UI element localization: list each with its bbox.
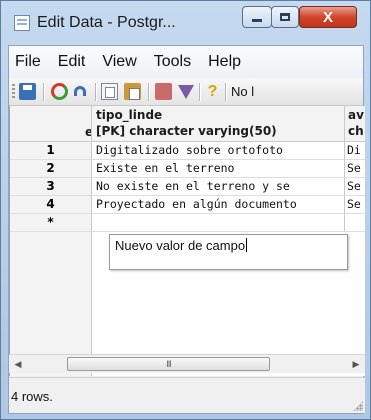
row-number[interactable]: 4 bbox=[10, 196, 92, 214]
title-bar[interactable]: Edit Data - Postgr... X bbox=[1, 1, 370, 45]
client-area: File Edit View Tools Help ? No l eri bbox=[8, 45, 365, 414]
table-row: 1 Digitalizado sobre ortofoto Di bbox=[10, 142, 365, 160]
table-cell[interactable] bbox=[92, 214, 345, 232]
table-cell[interactable] bbox=[345, 214, 365, 232]
column-header-tipo-linde[interactable]: tipo_linde [PK] character varying(50) bbox=[92, 106, 345, 142]
app-icon[interactable] bbox=[14, 15, 30, 31]
toolbar: ? No l bbox=[9, 78, 363, 106]
status-text: 4 rows. bbox=[11, 389, 53, 404]
help-icon[interactable]: ? bbox=[204, 83, 221, 100]
copy-icon[interactable] bbox=[101, 83, 118, 100]
cell-editor-value: Nuevo valor de campo bbox=[115, 238, 246, 253]
row-number[interactable]: 3 bbox=[10, 178, 92, 196]
delete-icon[interactable] bbox=[155, 83, 172, 100]
text-caret bbox=[246, 238, 248, 252]
toolbar-separator bbox=[199, 83, 201, 101]
menu-edit[interactable]: Edit bbox=[58, 53, 86, 71]
menu-tools[interactable]: Tools bbox=[154, 53, 191, 71]
table-cell[interactable]: Se bbox=[345, 196, 365, 214]
menu-help[interactable]: Help bbox=[208, 53, 241, 71]
rownum-header: eri bbox=[10, 106, 92, 142]
menu-file[interactable]: File bbox=[15, 53, 41, 71]
paste-icon[interactable] bbox=[124, 83, 141, 100]
column-name: tipo_linde bbox=[96, 108, 163, 122]
maximize-icon bbox=[280, 13, 290, 21]
table-cell[interactable]: Se bbox=[345, 178, 365, 196]
toolbar-separator bbox=[43, 83, 45, 101]
horizontal-scrollbar[interactable]: ◀ III ▶ bbox=[9, 354, 365, 373]
filter-icon[interactable] bbox=[178, 85, 194, 99]
rownum-header-label: eri bbox=[85, 125, 91, 139]
column-type: ch bbox=[348, 124, 364, 138]
table-row: 2 Existe en el terreno Se bbox=[10, 160, 365, 178]
minimize-button[interactable] bbox=[242, 6, 272, 28]
edit-data-window: Edit Data - Postgr... X File Edit View T… bbox=[0, 0, 371, 420]
scrollbar-thumb[interactable]: III bbox=[67, 357, 270, 371]
table-cell[interactable]: Digitalizado sobre ortofoto bbox=[92, 142, 345, 160]
menu-bar: File Edit View Tools Help bbox=[9, 46, 363, 78]
new-row: * bbox=[10, 214, 365, 232]
menu-view[interactable]: View bbox=[102, 53, 136, 71]
new-row-marker[interactable]: * bbox=[10, 214, 92, 232]
row-number[interactable]: 2 bbox=[10, 160, 92, 178]
save-icon[interactable] bbox=[19, 83, 36, 100]
close-button[interactable]: X bbox=[299, 6, 357, 28]
table-row: 3 No existe en el terreno y se Se bbox=[10, 178, 365, 196]
resize-grip-icon[interactable] bbox=[353, 401, 363, 411]
toolbar-separator bbox=[148, 83, 150, 101]
table-cell[interactable]: Existe en el terreno bbox=[92, 160, 345, 178]
data-grid: eri tipo_linde [PK] character varying(50… bbox=[9, 106, 365, 376]
column-type: [PK] character varying(50) bbox=[96, 124, 277, 138]
row-limit-combo[interactable]: No l bbox=[231, 84, 254, 99]
column-header-next[interactable]: av ch bbox=[345, 106, 365, 142]
minimize-icon bbox=[252, 18, 262, 22]
table-cell[interactable]: Se bbox=[345, 160, 365, 178]
row-number[interactable]: 1 bbox=[10, 142, 92, 160]
undo-icon[interactable] bbox=[72, 83, 89, 100]
column-name: av bbox=[348, 108, 364, 122]
table-cell[interactable]: Proyectado en algún documento bbox=[92, 196, 345, 214]
scroll-right-icon[interactable]: ▶ bbox=[347, 355, 365, 373]
table-cell[interactable]: Di bbox=[345, 142, 365, 160]
table-row: 4 Proyectado en algún documento Se bbox=[10, 196, 365, 214]
toolbar-separator bbox=[95, 83, 97, 101]
cell-editor[interactable]: Nuevo valor de campo bbox=[109, 234, 348, 270]
window-title: Edit Data - Postgr... bbox=[37, 14, 176, 31]
cell-editor-input[interactable]: Nuevo valor de campo bbox=[115, 238, 248, 253]
refresh-icon[interactable] bbox=[51, 83, 68, 100]
maximize-button[interactable] bbox=[271, 6, 299, 28]
status-bar: 4 rows. bbox=[9, 377, 365, 413]
toolbar-separator bbox=[225, 83, 227, 101]
scroll-left-icon[interactable]: ◀ bbox=[9, 355, 27, 373]
table-cell[interactable]: No existe en el terreno y se bbox=[92, 178, 345, 196]
toolbar-grip-icon[interactable] bbox=[12, 84, 15, 100]
